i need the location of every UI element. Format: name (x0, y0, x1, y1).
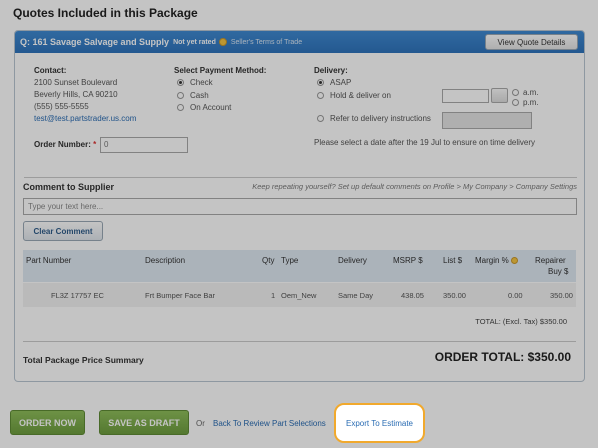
export-to-estimate-link[interactable]: Export To Estimate (346, 419, 413, 428)
comment-settings-hint: Keep repeating yourself? Set up default … (252, 182, 577, 191)
view-quote-details-button[interactable]: View Quote Details (485, 34, 578, 50)
or-text: Or (196, 419, 205, 428)
payment-method-label: Select Payment Method: (174, 66, 267, 75)
total-excl-tax: TOTAL: (Excl. Tax) $350.00 (475, 317, 567, 326)
radio-icon (177, 92, 184, 99)
contact-label: Contact: (34, 66, 67, 75)
cell-repairer-buy: 350.00 (550, 291, 573, 300)
radio-selected-icon (177, 79, 184, 86)
required-mark: * (93, 140, 97, 149)
totals-divider (23, 341, 576, 342)
col-type: Type (281, 256, 299, 265)
back-to-review-link[interactable]: Back To Review Part Selections (213, 419, 326, 428)
cell-part-number: FL3Z 17757 EC (51, 291, 104, 300)
delivery-option-hold[interactable]: Hold & deliver on (317, 91, 391, 100)
cell-delivery: Same Day (338, 291, 374, 300)
payment-option-on-account[interactable]: On Account (177, 103, 231, 112)
cell-list: 350.00 (443, 291, 466, 300)
col-repairer-buy-line2: Buy $ (548, 267, 569, 276)
supplier-name: Q: 161 Savage Salvage and Supply (20, 37, 170, 47)
terms-of-trade-link[interactable]: Seller's Terms of Trade (231, 39, 302, 46)
order-number-label: Order Number: * (34, 140, 96, 149)
col-part-number: Part Number (26, 256, 72, 265)
rating-status: Not yet rated (173, 38, 216, 46)
col-margin: Margin % (475, 256, 518, 265)
payment-option-check[interactable]: Check (177, 78, 213, 87)
radio-icon (317, 92, 324, 99)
radio-icon (512, 89, 519, 96)
clear-comment-button[interactable]: Clear Comment (23, 221, 103, 241)
calendar-icon[interactable] (491, 88, 508, 103)
margin-info-icon (510, 257, 518, 265)
save-as-draft-button[interactable]: SAVE AS DRAFT (99, 410, 189, 435)
contact-phone: (555) 555-5555 (34, 102, 89, 111)
am-label: a.m. (523, 88, 539, 97)
payment-option-label: Check (190, 78, 213, 87)
delivery-date-note: Please select a date after the 19 Jul to… (314, 138, 536, 147)
delivery-option-refer[interactable]: Refer to delivery instructions (317, 114, 431, 123)
parts-table-header: Part Number Description Qty Type Deliver… (23, 250, 576, 282)
comment-input[interactable]: Type your text here... (23, 198, 577, 215)
delivery-label: Delivery: (314, 66, 348, 75)
delivery-option-label: Refer to delivery instructions (330, 114, 431, 123)
delivery-option-label: Hold & deliver on (330, 91, 391, 100)
radio-selected-icon (317, 79, 324, 86)
pm-option[interactable]: p.m. (512, 98, 539, 107)
order-now-button[interactable]: ORDER NOW (10, 410, 85, 435)
comment-placeholder: Type your text here... (28, 202, 104, 211)
radio-icon (512, 99, 519, 106)
cell-qty: 1 (271, 291, 276, 300)
payment-option-label: Cash (190, 91, 209, 100)
pm-label: p.m. (523, 98, 539, 107)
col-qty: Qty (262, 256, 275, 265)
comment-section-title: Comment to Supplier (23, 182, 115, 192)
page-title: Quotes Included in this Package (13, 6, 198, 20)
contact-email-link[interactable]: test@test.partstrader.us.com (34, 114, 136, 123)
order-total: ORDER TOTAL: $350.00 (434, 350, 571, 364)
cell-description: Frt Bumper Face Bar (145, 291, 216, 300)
contact-address-line2: Beverly Hills, CA 90210 (34, 90, 118, 99)
radio-icon (177, 104, 184, 111)
col-repairer-buy-line1: Repairer (535, 256, 566, 265)
col-description: Description (145, 256, 186, 265)
order-number-label-text: Order Number: (34, 140, 91, 149)
quote-header: Q: 161 Savage Salvage and Supply Not yet… (15, 31, 584, 53)
table-row: FL3Z 17757 EC Frt Bumper Face Bar 1 Oem_… (23, 283, 576, 307)
order-number-input[interactable]: 0 (100, 137, 188, 153)
am-option[interactable]: a.m. (512, 88, 539, 97)
delivery-instructions-input[interactable] (442, 112, 532, 129)
payment-option-label: On Account (190, 103, 232, 112)
delivery-option-label: ASAP (330, 78, 352, 87)
section-divider (24, 177, 577, 178)
quote-package-page: Quotes Included in this Package Q: 161 S… (0, 0, 598, 448)
col-msrp: MSRP $ (393, 256, 423, 265)
radio-icon (317, 115, 324, 122)
export-highlight: Export To Estimate (334, 403, 425, 443)
contact-address-line1: 2100 Sunset Boulevard (34, 78, 118, 87)
rating-face-icon (218, 38, 227, 46)
delivery-date-input[interactable] (442, 89, 489, 103)
cell-margin: 0.00 (508, 291, 523, 300)
payment-option-cash[interactable]: Cash (177, 91, 209, 100)
col-margin-label: Margin % (475, 256, 509, 265)
col-delivery: Delivery (338, 256, 367, 265)
col-list: List $ (443, 256, 463, 265)
cell-type: Oem_New (281, 291, 317, 300)
delivery-option-asap[interactable]: ASAP (317, 78, 351, 87)
cell-msrp: 438.05 (401, 291, 424, 300)
total-package-summary-label: Total Package Price Summary (23, 355, 144, 365)
